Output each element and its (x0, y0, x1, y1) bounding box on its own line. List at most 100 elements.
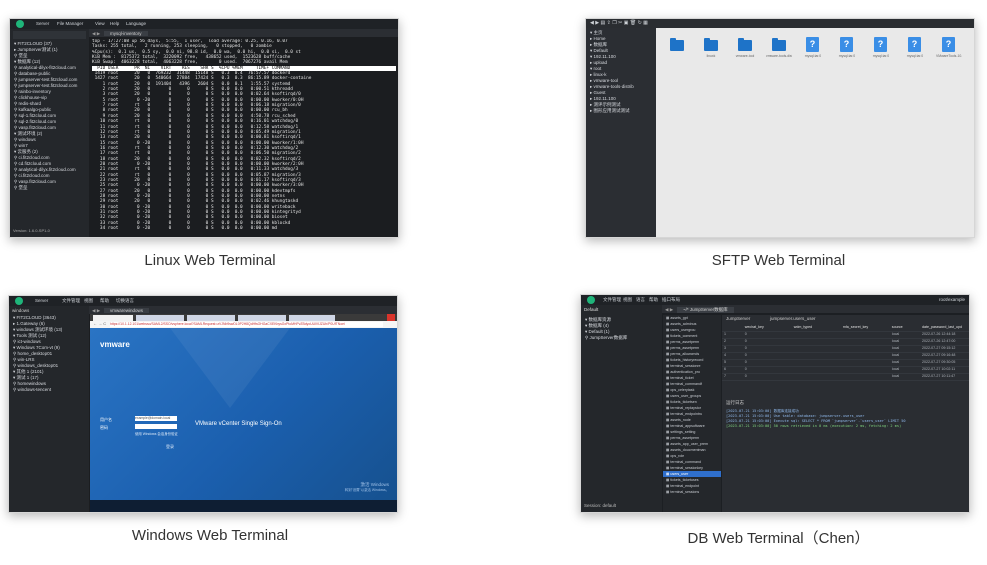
refresh-icon[interactable]: ↻ (638, 20, 642, 26)
remote-desktop[interactable]: ← → C https://10.1.12.101/websso/SAML2/S… (90, 314, 397, 512)
result-row[interactable]: 1 0 local 2022-07-26 12:44:18 (722, 332, 969, 339)
menu-view-db[interactable]: 视图 (623, 297, 632, 303)
vmware-backdrop: vmware 用户名 example@domain.local 密码 使用 Wi… (90, 328, 397, 500)
folder-icon[interactable] (772, 38, 786, 51)
forward-icon[interactable]: ▶ (595, 20, 599, 26)
tab-mysql-inventory[interactable]: mysql-inventory (104, 30, 148, 36)
menu-view-win[interactable]: 视图 (84, 298, 93, 304)
tree-item[interactable]: ⚲ windows-tencent (9, 387, 89, 393)
unknown-file-icon[interactable]: ? (874, 37, 887, 52)
sftp-screenshot[interactable]: ◀ ▶ ▤ ⇪ ❐ ✂ ▣ 🗑 ↻ ▦ ▾ 主页 ▸ Home ▸ 数据库 ▾ … (585, 18, 975, 238)
windows-auth-checkbox[interactable]: 使用 Windows 会话身份验证 (135, 432, 178, 438)
result-row[interactable]: 7 0 local 2022-07-27 10:11:47 (722, 374, 969, 381)
linux-screenshot[interactable]: Server File Manager View Help Language ▾… (9, 18, 399, 238)
cut-icon[interactable]: ✂ (618, 20, 622, 26)
menu-help[interactable]: Help (110, 21, 119, 26)
tree-item[interactable]: ⚲ JumpServer数据库 (581, 335, 662, 341)
result-cell: 2022-07-27 09:16:48 (921, 353, 956, 357)
result-header-row: wechat_key wdm_typed mfa_secret_key source d… (722, 325, 969, 332)
back-icon[interactable]: ◀ (590, 20, 594, 26)
delete-icon[interactable]: 🗑 (630, 20, 636, 26)
username-input[interactable]: example@domain.local (135, 416, 177, 421)
terminal-output[interactable]: top - 17:27:08 up 56 days, 5:55, 1 user,… (92, 39, 396, 235)
result-cell: 2022-07-27 10:11:47 (921, 374, 956, 378)
menu-file-db[interactable]: 文件管理 (603, 297, 621, 303)
grid-view-icon[interactable]: ▦ (643, 20, 648, 26)
browser-url-input[interactable]: https://10.1.12.101/websso/SAML2/SSO/vsp… (110, 322, 383, 327)
tree-item[interactable]: ⚲ 堡垒 (10, 185, 89, 191)
result-row[interactable]: 4 0 local 2022-07-27 09:16:48 (722, 353, 969, 360)
upload-icon[interactable]: ⇪ (607, 20, 611, 26)
menu-language-win[interactable]: 切换语言 (116, 298, 134, 304)
paste-icon[interactable]: ▣ (624, 20, 629, 26)
password-label: 密码 (100, 425, 108, 430)
caption-linux: Linux Web Terminal (144, 252, 276, 269)
copy-icon[interactable]: ❐ (612, 20, 616, 26)
sso-title: VMware vCenter Single Sign-On (195, 421, 282, 427)
windows-taskbar[interactable] (90, 500, 397, 512)
browser-nav-icon[interactable]: ← → C (93, 321, 106, 327)
sftp-toolbar: ◀ ▶ ▤ ⇪ ❐ ✂ ▣ 🗑 ↻ ▦ (586, 19, 974, 28)
menu-file-manager[interactable]: File Manager (57, 21, 83, 26)
menu-server-win[interactable]: Server (35, 298, 48, 303)
unknown-file-icon[interactable]: ? (806, 37, 819, 52)
unknown-file-icon[interactable]: ? (942, 37, 955, 52)
tab-nav-icon[interactable]: ◀ ▶ (92, 31, 100, 37)
result-cell (841, 360, 890, 366)
db-screenshot[interactable]: 文件管理 视图 语言 帮助 插口布局 root/example Default … (580, 294, 970, 513)
folder-icon[interactable] (704, 38, 718, 51)
db-tree: Default ▾ 数据库资源 ▾ 数据库 (4) ▾ Default (1) … (581, 305, 662, 512)
password-input[interactable] (135, 424, 177, 429)
folder-new-icon[interactable]: ▤ (601, 20, 606, 26)
menu-server[interactable]: Server (36, 21, 49, 26)
user-menu[interactable]: root/example (939, 297, 965, 302)
tree-item[interactable]: ▸ 图形应用测试测试 (586, 108, 656, 114)
sftp-card: ◀ ▶ ▤ ⇪ ❐ ✂ ▣ 🗑 ↻ ▦ ▾ 主页 ▸ Home ▸ 数据库 ▾ … (570, 0, 987, 280)
caption-windows: Windows Web Terminal (131, 527, 289, 544)
log-line: [2023-07-21 15:03:00] 50 rows retrieved … (726, 424, 902, 428)
result-cell: local (891, 339, 900, 343)
result-row[interactable]: 6 0 local 2022-07-27 10:02:11 (722, 367, 969, 374)
menu-language-db[interactable]: 语言 (636, 297, 645, 303)
result-cell (792, 360, 841, 366)
asset-tree-list: ▾ FIT2CLOUD (37) ▸ JumpServer测试 (1) ⚲ 堡垒… (10, 41, 89, 191)
tab-bar: ◀ ▶ mysql-inventory (89, 29, 398, 37)
file-name: linuxk (706, 54, 716, 58)
db-tab-default[interactable]: Default (584, 307, 598, 313)
result-cell: 2022-07-26 12:44:18 (921, 332, 956, 336)
tree-search-input[interactable] (13, 31, 86, 39)
table-item[interactable]: ▦ terminal_sessions (663, 489, 721, 495)
query-tab[interactable]: JumpServer (726, 316, 750, 322)
asset-tree-win: windows ▾ FIT2CLOUD (3643) ▸ 1.Gateway (… (9, 306, 89, 512)
result-cell: 0 (744, 346, 747, 350)
terminal-line: 34 root 0 -20 0 0 0 S 0.0 0.0 0:00.00 md (92, 226, 278, 232)
menu-file-manager-win[interactable]: 文件管理 (62, 298, 80, 304)
sql-editor[interactable]: jumpserver.users_user (770, 316, 816, 322)
tab-nav-icon[interactable]: ◀ ▶ (92, 308, 100, 314)
folder-icon[interactable] (670, 38, 684, 51)
result-row[interactable]: 5 0 local 2022-07-27 09:30:05 (722, 360, 969, 367)
menu-help-win[interactable]: 帮助 (100, 298, 109, 304)
menu-view[interactable]: View (95, 21, 105, 26)
result-row[interactable]: 2 0 local 2022-07-26 12:47:00 (722, 339, 969, 346)
windows-screenshot[interactable]: Server 文件管理 视图 帮助 切换语言 windows ▾ FIT2CLO… (8, 295, 398, 513)
menu-layout-db[interactable]: 插口布局 (662, 297, 680, 303)
result-row[interactable]: 3 0 local 2022-07-27 09:15:12 (722, 346, 969, 353)
table-list: ▦ assets_gpt ▦ assets_adminus ▦ users_user… (663, 315, 721, 512)
result-cell: local (891, 360, 900, 364)
menu-language[interactable]: Language (126, 21, 146, 26)
column-header: date_password_last_upd (921, 325, 962, 329)
result-cell: 2022-07-27 09:15:12 (921, 346, 956, 350)
tab-nav-icon[interactable]: ◀ ▶ (665, 307, 673, 313)
result-cell: local (891, 346, 900, 350)
unknown-file-icon[interactable]: ? (908, 37, 921, 52)
window-close-icon[interactable] (387, 314, 395, 321)
tab-jumpserver-db[interactable]: ~/* JumpServer数据库 (677, 306, 734, 313)
tab-vmwarewindows[interactable]: vmwarewindows (104, 307, 150, 313)
unknown-file-icon[interactable]: ? (840, 37, 853, 52)
jumpserver-logo-icon (16, 20, 24, 28)
folder-icon[interactable] (738, 38, 752, 51)
login-button[interactable]: 登录 (166, 444, 174, 450)
result-cell (792, 332, 841, 338)
menu-help-db[interactable]: 帮助 (649, 297, 658, 303)
